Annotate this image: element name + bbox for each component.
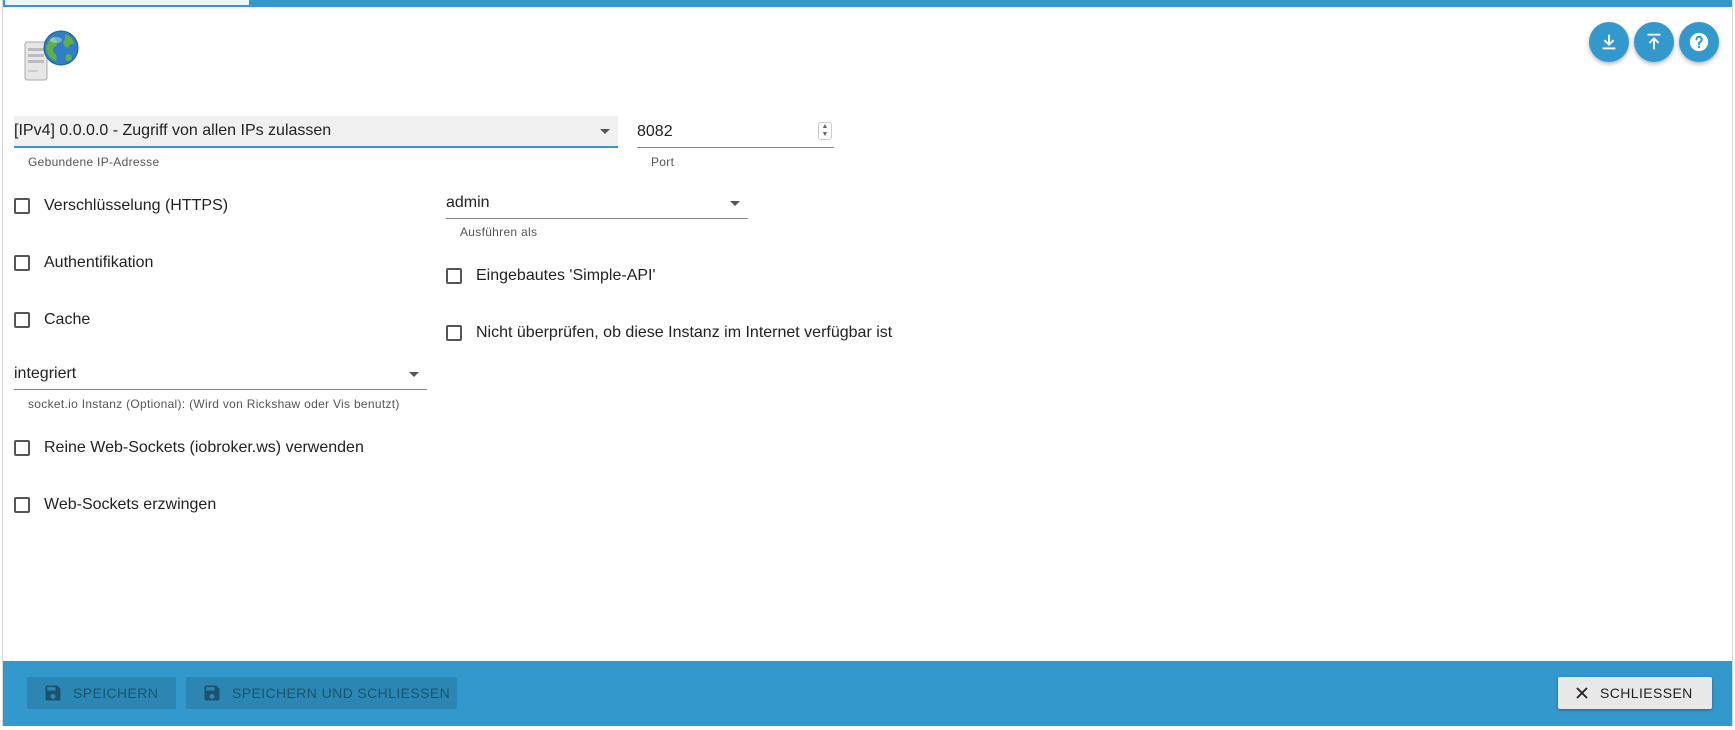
upload-icon — [1647, 33, 1661, 50]
no-check-label: Nicht überprüfen, ob diese Instanz im In… — [476, 324, 893, 341]
save-button[interactable]: SPEICHERN — [27, 677, 176, 709]
auth-label: Authentifikation — [44, 254, 154, 271]
download-button[interactable] — [1589, 22, 1629, 62]
save-label: SPEICHERN — [73, 685, 159, 701]
port-value: 8082 — [637, 123, 673, 140]
close-label: SCHLIESSEN — [1600, 685, 1693, 701]
checkbox-box[interactable] — [446, 325, 462, 341]
run-as-label: Ausführen als — [460, 225, 538, 239]
force-websockets-label: Web-Sockets erzwingen — [44, 496, 217, 513]
checkbox-box[interactable] — [14, 497, 30, 513]
force-websockets-checkbox[interactable]: Web-Sockets erzwingen — [14, 496, 216, 514]
top-bar — [3, 0, 1732, 7]
dialog-frame: [IPv4] 0.0.0.0 - Zugriff von allen IPs z… — [2, 0, 1733, 726]
save-and-close-button[interactable]: SPEICHERN UND SCHLIESSEN — [186, 677, 457, 709]
port-stepper[interactable]: ▲ ▼ — [818, 122, 832, 140]
simple-api-label: Eingebautes 'Simple-API' — [476, 267, 656, 284]
https-checkbox[interactable]: Verschlüsselung (HTTPS) — [14, 197, 228, 215]
https-label: Verschlüsselung (HTTPS) — [44, 197, 229, 214]
help-icon — [1689, 32, 1709, 52]
no-check-checkbox[interactable]: Nicht überprüfen, ob diese Instanz im In… — [446, 324, 892, 342]
auth-checkbox[interactable]: Authentifikation — [14, 254, 153, 272]
chevron-down-icon — [600, 129, 610, 134]
run-as-select[interactable]: admin — [446, 188, 748, 219]
close-icon — [1576, 687, 1588, 699]
run-as-value: admin — [446, 194, 490, 211]
port-input[interactable]: 8082 ▲ ▼ — [637, 118, 834, 148]
checkbox-box[interactable] — [14, 198, 30, 214]
active-tab-indicator[interactable] — [5, 0, 249, 5]
simple-api-checkbox[interactable]: Eingebautes 'Simple-API' — [446, 267, 656, 285]
bind-ip-value: [IPv4] 0.0.0.0 - Zugriff von allen IPs z… — [14, 122, 332, 139]
pure-websockets-checkbox[interactable]: Reine Web-Sockets (iobroker.ws) verwende… — [14, 439, 364, 457]
cache-checkbox[interactable]: Cache — [14, 311, 90, 329]
checkbox-box[interactable] — [14, 440, 30, 456]
help-button[interactable] — [1679, 22, 1719, 62]
chevron-down-icon — [730, 201, 740, 206]
upload-button[interactable] — [1634, 22, 1674, 62]
save-and-close-label: SPEICHERN UND SCHLIESSEN — [232, 685, 451, 701]
checkbox-box[interactable] — [14, 312, 30, 328]
socketio-label: socket.io Instanz (Optional): (Wird von … — [28, 397, 400, 411]
socketio-value: integriert — [14, 364, 77, 382]
server-globe-icon — [24, 30, 79, 81]
port-label: Port — [651, 155, 675, 169]
chevron-down-icon — [409, 371, 419, 377]
download-icon — [1602, 34, 1616, 50]
checkbox-box[interactable] — [446, 268, 462, 284]
bind-ip-label: Gebundene IP-Adresse — [28, 155, 160, 169]
close-button[interactable]: SCHLIESSEN — [1558, 677, 1712, 709]
save-icon — [45, 685, 61, 701]
checkbox-box[interactable] — [14, 255, 30, 271]
cache-label: Cache — [44, 311, 91, 328]
socketio-select[interactable]: integriert — [14, 358, 427, 390]
pure-websockets-label: Reine Web-Sockets (iobroker.ws) verwende… — [44, 439, 364, 456]
save-icon — [204, 685, 220, 701]
dialog-footer: SPEICHERN SPEICHERN UND SCHLIESSEN SCHLI… — [3, 661, 1732, 726]
bind-ip-select[interactable]: [IPv4] 0.0.0.0 - Zugriff von allen IPs z… — [14, 116, 618, 148]
